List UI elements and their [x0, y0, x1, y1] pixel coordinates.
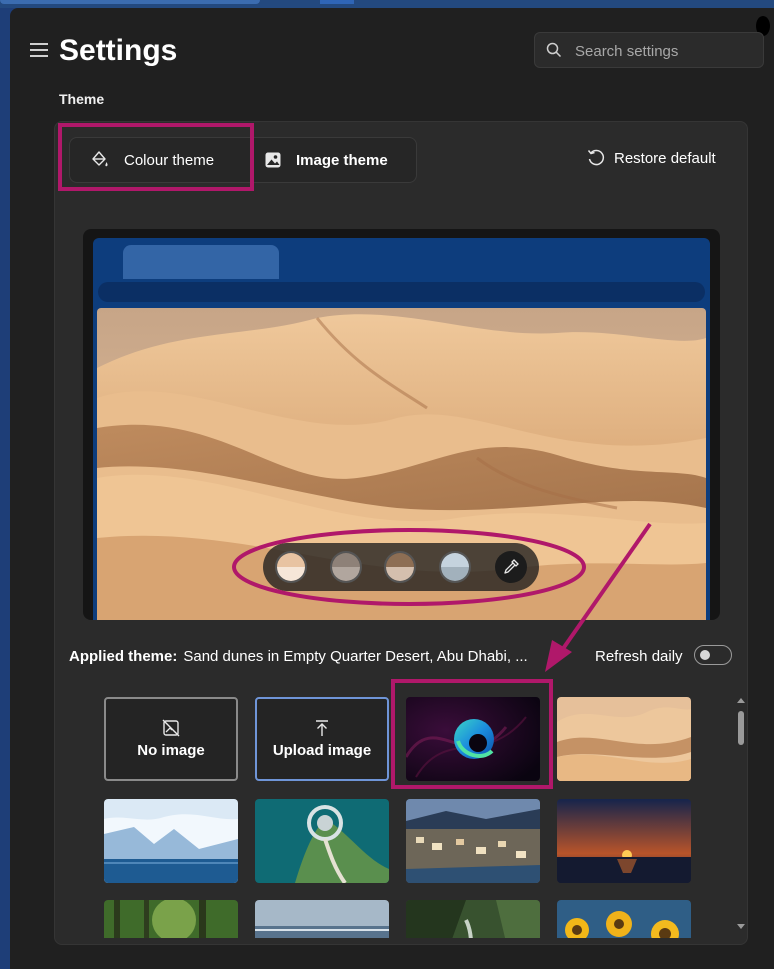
paint-bucket-icon	[92, 151, 108, 167]
colour-swatch[interactable]	[330, 551, 362, 583]
scroll-up-arrow[interactable]	[737, 698, 745, 703]
applied-theme-value: Sand dunes in Empty Quarter Desert, Abu …	[183, 648, 528, 665]
gallery-thumb-sand-dunes[interactable]	[557, 697, 691, 781]
image-icon	[265, 152, 281, 168]
colour-swatch[interactable]	[384, 551, 416, 583]
upload-image-label: Upload image	[272, 742, 372, 759]
gallery-thumb-forest[interactable]	[104, 900, 238, 938]
tab-image-theme[interactable]: Image theme	[264, 138, 388, 182]
theme-panel: Colour theme Image theme Restore default	[54, 121, 748, 945]
window-tab-indicator	[320, 0, 354, 4]
tab-colour-label: Colour theme	[124, 151, 215, 169]
scroll-down-arrow[interactable]	[737, 924, 745, 929]
gallery-thumb-edge[interactable]	[406, 697, 540, 781]
no-image-label: No image	[137, 742, 205, 759]
no-image-icon	[162, 719, 180, 737]
menu-icon[interactable]	[30, 43, 48, 57]
restore-default-button[interactable]: Restore default	[586, 148, 716, 168]
theme-tabs: Colour theme Image theme	[69, 137, 417, 183]
applied-theme-prefix: Applied theme:	[69, 648, 178, 665]
upload-image-button[interactable]: Upload image	[255, 697, 389, 781]
refresh-daily-toggle[interactable]	[694, 645, 732, 665]
colour-swatch-bar	[263, 543, 539, 591]
tab-image-label: Image theme	[296, 151, 388, 169]
gallery-thumb-green-cliffs[interactable]	[406, 900, 540, 938]
gallery-thumb-sunflowers[interactable]	[557, 900, 691, 938]
taskbar-strip	[0, 0, 774, 8]
gallery-scrollbar[interactable]	[736, 690, 746, 934]
section-heading: Theme	[59, 91, 105, 107]
theme-preview	[83, 229, 720, 620]
refresh-daily-label: Refresh daily	[595, 648, 683, 665]
preview-tab	[123, 245, 279, 279]
colour-swatch[interactable]	[439, 551, 471, 583]
undo-icon	[587, 149, 605, 166]
search-box[interactable]	[534, 32, 764, 68]
preview-address-bar	[98, 282, 705, 302]
gallery-thumb-coastal-town[interactable]	[406, 799, 540, 883]
gallery-thumb-island-aerial[interactable]	[255, 799, 389, 883]
page-title: Settings	[59, 34, 178, 67]
applied-theme-text: Applied theme: Sand dunes in Empty Quarte…	[69, 648, 528, 665]
tab-colour-theme[interactable]: Colour theme	[90, 138, 214, 182]
scroll-thumb[interactable]	[738, 711, 744, 745]
colour-swatch[interactable]	[275, 551, 307, 583]
eyedropper-button[interactable]	[495, 551, 527, 583]
no-image-button[interactable]: No image	[104, 697, 238, 781]
window-tab-indicator	[0, 0, 260, 4]
gallery-thumb-ocean-sky[interactable]	[255, 900, 389, 938]
gallery-thumb-sunset-sea[interactable]	[557, 799, 691, 883]
image-gallery: No image Upload image	[55, 690, 747, 938]
search-icon	[546, 42, 562, 58]
eyedropper-icon	[504, 559, 519, 574]
gallery-thumb-iceberg[interactable]	[104, 799, 238, 883]
upload-icon	[316, 720, 328, 736]
restore-default-label: Restore default	[614, 149, 716, 167]
settings-window: Settings Theme Colour theme	[10, 8, 774, 969]
search-input[interactable]	[573, 39, 757, 63]
